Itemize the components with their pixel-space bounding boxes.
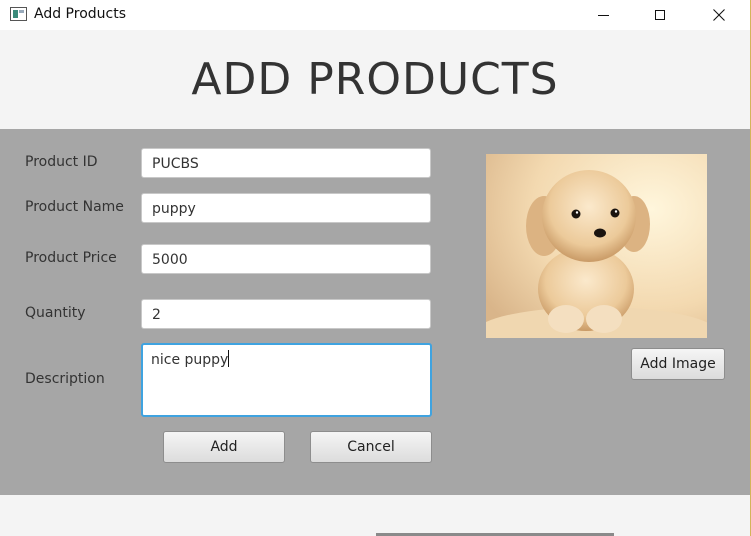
description-textarea[interactable]: nice puppy bbox=[141, 343, 432, 417]
close-icon bbox=[713, 9, 725, 21]
product-name-label: Product Name bbox=[25, 199, 124, 215]
footer bbox=[0, 495, 750, 536]
description-text: nice puppy bbox=[151, 352, 229, 368]
cancel-button[interactable]: Cancel bbox=[310, 431, 432, 463]
maximize-icon bbox=[655, 10, 665, 20]
minimize-icon bbox=[597, 14, 609, 16]
quantity-field[interactable]: 2 bbox=[141, 299, 431, 329]
product-form-panel: Product ID PUCBS Product Name puppy Prod… bbox=[0, 129, 750, 495]
title-bar[interactable]: Add Products bbox=[0, 0, 750, 30]
app-window: Add Products ADD PRODUCTS Product ID PUC… bbox=[0, 0, 751, 536]
text-caret bbox=[228, 350, 230, 367]
product-id-label: Product ID bbox=[25, 154, 98, 170]
header: ADD PRODUCTS bbox=[0, 30, 750, 129]
add-button[interactable]: Add bbox=[163, 431, 285, 463]
product-name-field[interactable]: puppy bbox=[141, 193, 431, 223]
description-label: Description bbox=[25, 371, 105, 387]
app-icon bbox=[10, 7, 27, 21]
product-price-label: Product Price bbox=[25, 250, 117, 266]
window-title: Add Products bbox=[34, 6, 127, 22]
maximize-button[interactable] bbox=[637, 0, 683, 30]
add-image-button[interactable]: Add Image bbox=[631, 348, 725, 380]
product-price-field[interactable]: 5000 bbox=[141, 244, 431, 274]
page-title: ADD PRODUCTS bbox=[191, 54, 559, 105]
minimize-button[interactable] bbox=[580, 0, 626, 30]
close-button[interactable] bbox=[696, 0, 742, 30]
quantity-label: Quantity bbox=[25, 305, 86, 321]
product-id-field[interactable]: PUCBS bbox=[141, 148, 431, 178]
product-image bbox=[486, 154, 707, 338]
